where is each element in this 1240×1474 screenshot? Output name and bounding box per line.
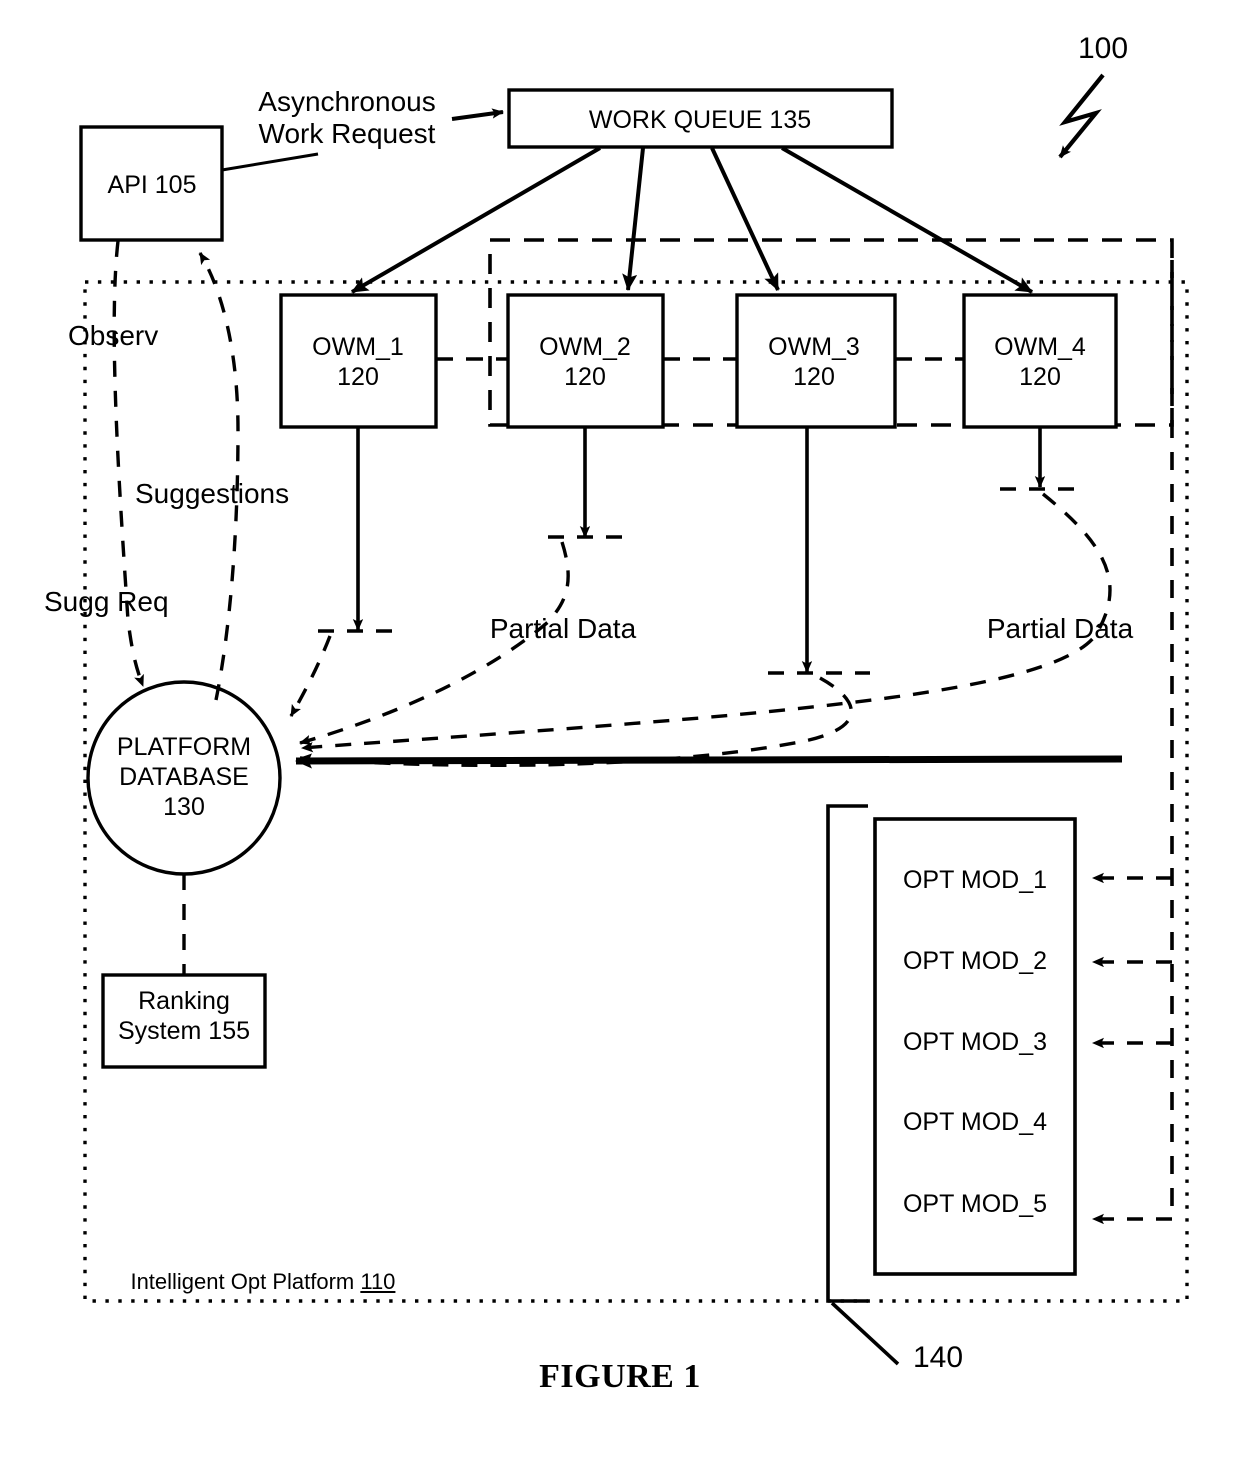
api-leader-line (221, 152, 319, 172)
observ-dashed-arrow (112, 240, 145, 687)
owm-box-3 (735, 293, 897, 429)
partial-data-label-left: Partial Data (489, 613, 637, 644)
async-request-arrow (451, 108, 504, 121)
platform-database-line2: DATABASE (119, 763, 249, 791)
work-queue-to-owm1-arrow (350, 146, 602, 294)
work-queue-to-owm4-arrow (781, 146, 1033, 294)
platform-database-line3: 130 (163, 793, 205, 821)
platform-boundary-label-text: Intelligent Opt Platform (130, 1268, 361, 1294)
system-ref-label: 100 (1078, 32, 1129, 65)
opt-mod-4-label: OPT MOD_4 (902, 1108, 1048, 1136)
platform-boundary-label: Intelligent Opt Platform 110 (106, 1245, 395, 1319)
partial-data-label-right: Partial Data (986, 613, 1134, 644)
opt-modules-bracket (826, 804, 868, 1303)
suggestions-dashed-arrow (198, 252, 240, 701)
owm-box-4 (962, 293, 1118, 429)
async-work-request-label-line2: Work Request (258, 118, 436, 149)
owm-box-1-name: OWM_1 (312, 333, 404, 361)
owm-box-2-ref: 120 (564, 363, 606, 391)
owm1-partial-data-dashed-path (291, 629, 398, 716)
platform-boundary-ref: 110 (360, 1268, 396, 1294)
ranking-system-line2: System 155 (117, 1017, 251, 1045)
opt-mod-3-label: OPT MOD_3 (902, 1028, 1048, 1056)
owm-box-2 (506, 293, 665, 429)
owm-box-4-ref: 120 (1019, 363, 1061, 391)
system-ref-lightning-arrow (1058, 73, 1105, 159)
figure-caption: FIGURE 1 (539, 1358, 701, 1395)
sugg-req-label: Sugg Req (44, 586, 169, 617)
ranking-system-line1: Ranking (138, 987, 230, 1015)
async-work-request-label-line1: Asynchronous (258, 86, 436, 117)
owm-box-3-ref: 120 (793, 363, 835, 391)
work-queue-to-owm3-arrow (710, 147, 780, 291)
suggestions-label: Suggestions (135, 478, 290, 509)
work-queue-to-owm2-arrow (622, 147, 645, 291)
opt-mod-1-label: OPT MOD_1 (902, 866, 1048, 894)
work-queue-label: WORK QUEUE 135 (588, 106, 812, 134)
api-label: API 105 (107, 171, 197, 199)
owm-box-4-name: OWM_4 (994, 333, 1086, 361)
owm-box-2-name: OWM_2 (539, 333, 631, 361)
opt-mod-2-label: OPT MOD_2 (902, 947, 1048, 975)
owm-box-1 (279, 293, 438, 429)
platform-database-line1: PLATFORM (116, 733, 252, 761)
owm-box-1-ref: 120 (337, 363, 379, 391)
patent-figure-1: 100 Asynchronous Work Request WORK QUEUE… (0, 0, 1240, 1474)
opt-modules-to-database-line (295, 753, 1123, 769)
opt-modules-group-ref-label: 140 (913, 1341, 964, 1374)
owm-box-3-name: OWM_3 (768, 333, 860, 361)
opt-mod-5-label: OPT MOD_5 (902, 1190, 1048, 1218)
observ-label: Observ (68, 320, 159, 351)
opt-modules-ref-leader (830, 1301, 900, 1366)
owm3-partial-data-dashed-path (300, 671, 870, 765)
